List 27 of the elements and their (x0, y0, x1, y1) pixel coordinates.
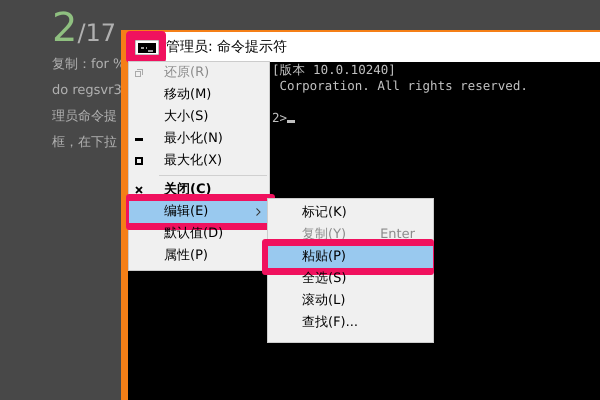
console-text: [版本 10.0.10240] (272, 62, 396, 78)
paragraph-line: 框，在下拉 (52, 134, 118, 152)
paragraph-line: do regsvr3 (52, 82, 123, 100)
menu-item[interactable]: 最小化(N) (129, 128, 269, 150)
menu-item[interactable]: 大小(S) (129, 106, 269, 128)
step-total: /17 (77, 18, 116, 49)
menu-item[interactable]: 最大化(X) (129, 150, 269, 172)
text-cursor (287, 120, 296, 123)
menu-item[interactable]: 移动(M) (129, 84, 269, 106)
console-app-icon (135, 40, 159, 55)
step-number: 2 (52, 6, 78, 50)
console-text: 2> (272, 110, 288, 126)
shortcut-label: Enter (380, 226, 415, 244)
menu-item[interactable]: 滚动(L) (268, 290, 433, 312)
paragraph-line: 理员命令提 (52, 108, 118, 126)
maximize-icon (135, 157, 143, 165)
menu-item[interactable]: 全选(S) (268, 268, 433, 290)
console-text: Corporation. All rights reserved. (278, 78, 528, 94)
menu-item[interactable]: 查找(F)... (268, 312, 433, 334)
menu-item[interactable]: 粘贴(P) (268, 246, 433, 268)
close-icon (135, 186, 143, 194)
menu-item[interactable]: 默认值(D) (129, 223, 269, 245)
restore-icon (135, 69, 143, 77)
menu-item[interactable]: 编辑(E) (129, 201, 269, 223)
minimize-icon (135, 138, 143, 140)
menu-item[interactable]: 标记(K) (268, 202, 433, 224)
window-title: 管理员: 命令提示符 (166, 38, 288, 56)
